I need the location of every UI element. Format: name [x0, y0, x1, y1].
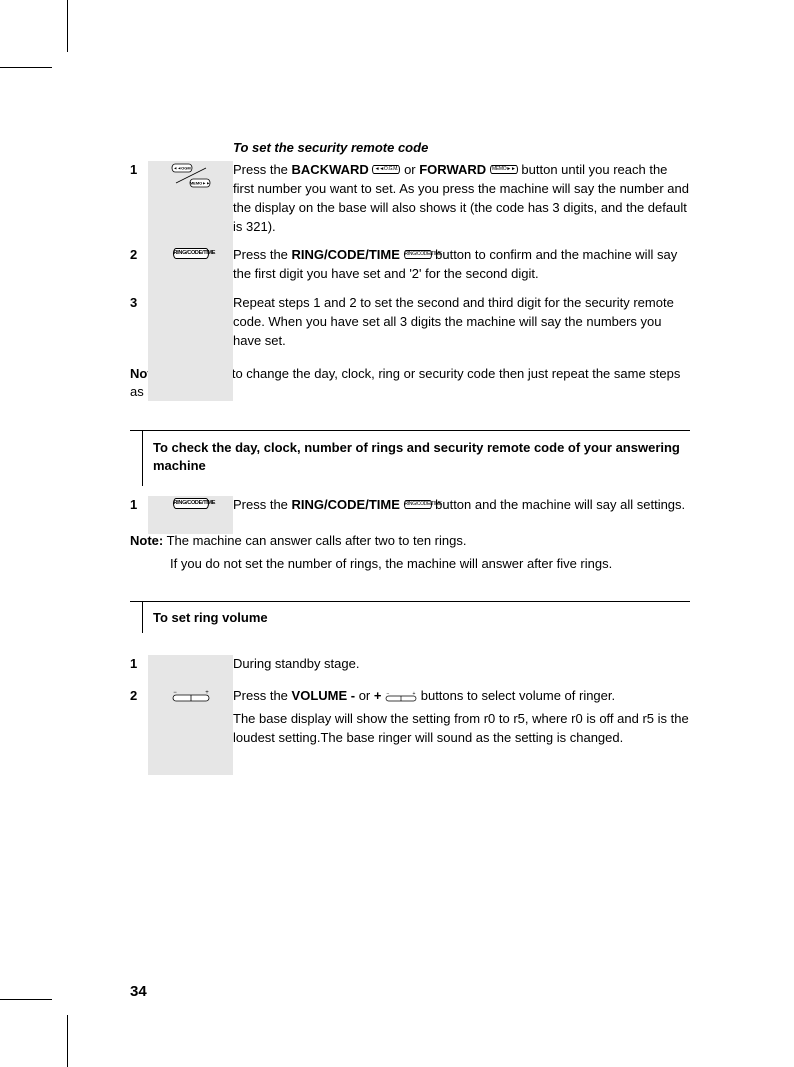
- step-number: 2: [130, 246, 148, 262]
- section-title-check-settings: To check the day, clock, number of rings…: [142, 431, 690, 485]
- ring-code-time-button-icon: RING/CODE/TIME: [404, 250, 432, 259]
- step-text: Press the BACKWARD ◄◄O.G.M. or FORWARD M…: [233, 161, 690, 236]
- ring-code-time-icon: RING/CODE/TIME: [173, 248, 209, 259]
- backward-button-icon: ◄◄O.G.M.: [372, 165, 400, 174]
- section-title-security-code: To set the security remote code: [233, 140, 690, 155]
- step-number: 1: [130, 496, 148, 512]
- volume-icon: − +: [171, 689, 211, 703]
- step-text: During standby stage.: [233, 655, 690, 674]
- step-number: 1: [130, 655, 148, 671]
- note-text: Note: The machine can answer calls after…: [130, 532, 690, 574]
- svg-text:MEMO►►: MEMO►►: [189, 181, 209, 186]
- step-text: Press the RING/CODE/TIME RING/CODE/TIME …: [233, 496, 690, 515]
- volume-button-icon: − +: [385, 691, 417, 703]
- step-number: 2: [130, 687, 148, 703]
- section-title-ring-volume: To set ring volume: [142, 602, 272, 633]
- page-number: 34: [130, 983, 147, 1000]
- forward-button-icon: MEMO►►: [490, 165, 518, 174]
- ring-code-time-icon: RING/CODE/TIME: [173, 498, 209, 509]
- backward-forward-icon: ◄◄OGM MEMO►►: [171, 163, 211, 189]
- svg-text:◄◄OGM: ◄◄OGM: [173, 166, 191, 171]
- step-number: 3: [130, 294, 148, 310]
- step-number: 1: [130, 161, 148, 177]
- step-text: Repeat steps 1 and 2 to set the second a…: [233, 294, 690, 351]
- step-text: Press the VOLUME - or + − + buttons to s…: [233, 687, 690, 748]
- ring-code-time-button-icon: RING/CODE/TIME: [404, 500, 432, 509]
- step-text: Press the RING/CODE/TIME RING/CODE/TIME …: [233, 246, 690, 284]
